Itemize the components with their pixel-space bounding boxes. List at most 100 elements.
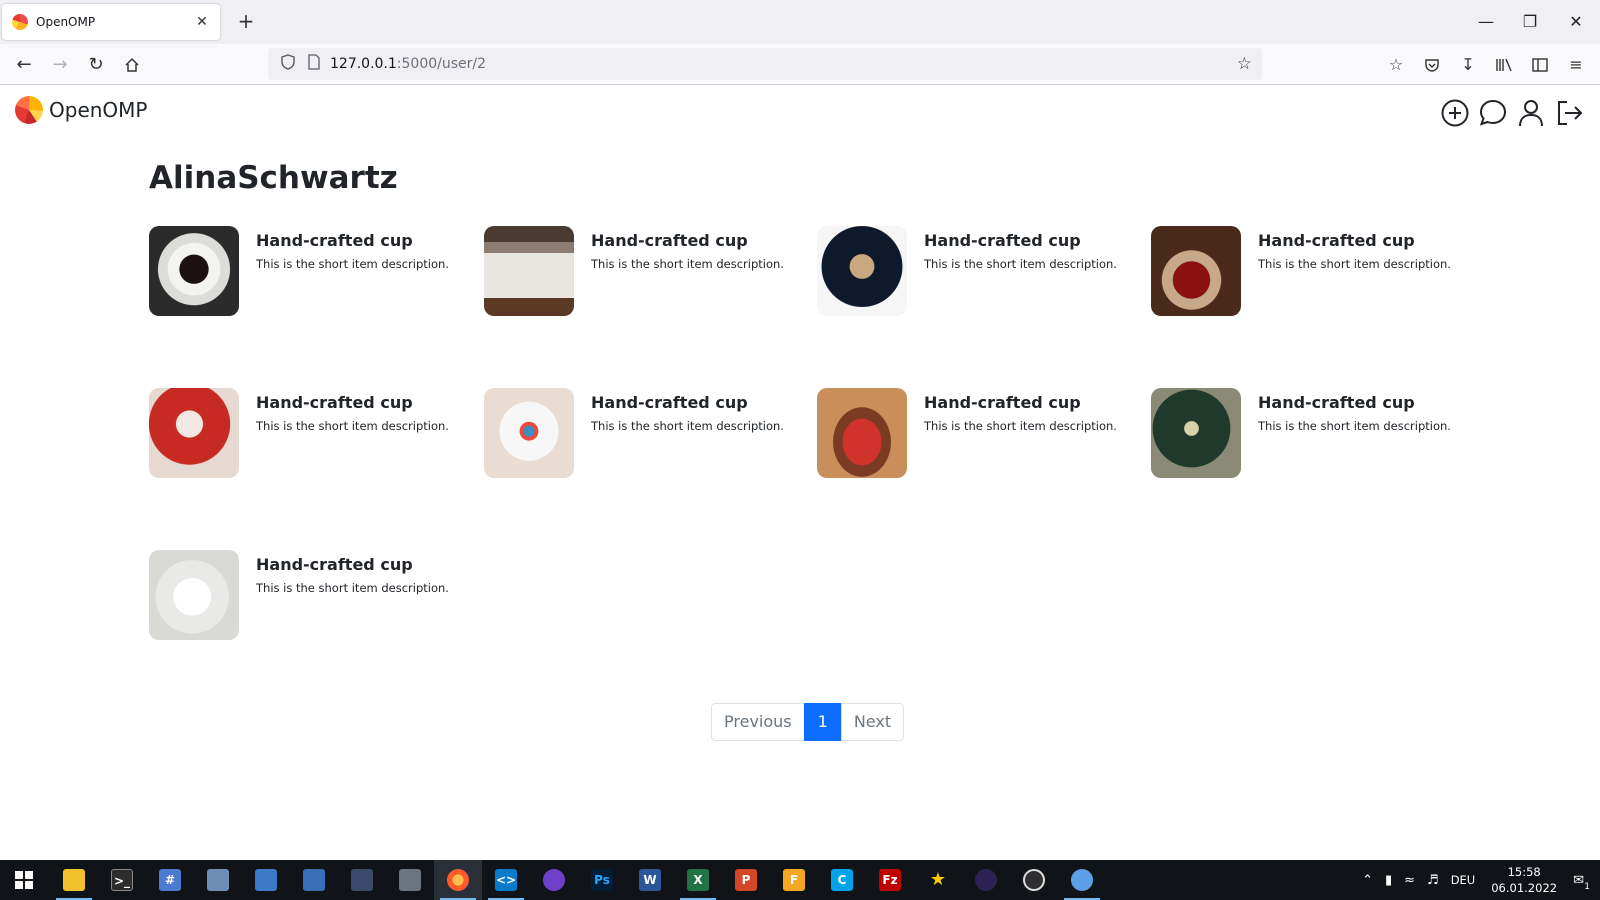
previous-page-button[interactable]: Previous — [711, 703, 805, 741]
item-card[interactable]: Hand-crafted cup This is the short item … — [484, 226, 804, 318]
notification-center-icon[interactable]: ✉ 1 — [1573, 873, 1590, 892]
item-description: This is the short item description. — [924, 257, 1117, 271]
github-icon[interactable] — [530, 860, 578, 900]
language-indicator[interactable]: DEU — [1451, 873, 1476, 887]
page-icon[interactable] — [304, 54, 324, 74]
os-taskbar: >_ # <> Ps W X P F C Fz ★ ⌃ ▮ ≈ ♬ DEU 15… — [0, 860, 1600, 900]
brand-logo-icon — [15, 96, 43, 124]
tray-chevron-icon[interactable]: ⌃ — [1362, 873, 1373, 888]
close-window-button[interactable]: ✕ — [1556, 8, 1596, 36]
vscode-icon[interactable]: <> — [482, 860, 530, 900]
volume-icon[interactable]: ♬ — [1427, 873, 1439, 888]
item-title[interactable]: Hand-crafted cup — [591, 393, 784, 412]
url-host: 127.0.0.1 — [330, 56, 397, 72]
start-button[interactable] — [0, 860, 48, 900]
item-card[interactable]: Hand-crafted cup This is the short item … — [1151, 388, 1471, 480]
star-app-icon[interactable]: ★ — [914, 860, 962, 900]
item-title[interactable]: Hand-crafted cup — [1258, 393, 1451, 412]
item-card[interactable]: Hand-crafted cup This is the short item … — [149, 226, 469, 318]
menu-icon[interactable]: ≡ — [1562, 51, 1590, 79]
paint-icon[interactable] — [1058, 860, 1106, 900]
filezilla-icon[interactable]: Fz — [866, 860, 914, 900]
item-image[interactable] — [817, 388, 907, 478]
item-title[interactable]: Hand-crafted cup — [591, 231, 784, 250]
sidebar-icon[interactable] — [1526, 51, 1554, 79]
remote-app-icon[interactable] — [290, 860, 338, 900]
notification-count: 1 — [1584, 881, 1590, 892]
add-item-icon[interactable] — [1440, 98, 1470, 128]
item-title[interactable]: Hand-crafted cup — [256, 231, 449, 250]
f-app-icon[interactable]: F — [770, 860, 818, 900]
pagination: Previous 1 Next — [711, 703, 905, 741]
user-icon[interactable] — [1516, 98, 1546, 128]
item-card[interactable]: Hand-crafted cup This is the short item … — [484, 388, 804, 480]
home-icon[interactable] — [118, 51, 146, 79]
shield-icon[interactable] — [278, 54, 298, 74]
pocket-icon[interactable] — [1418, 51, 1446, 79]
cube-app-icon[interactable] — [338, 860, 386, 900]
forward-icon[interactable]: → — [46, 51, 74, 79]
minimize-button[interactable]: — — [1466, 8, 1506, 36]
item-image[interactable] — [1151, 226, 1241, 316]
browser-nav-bar: ← → ↻ 127.0.0.1:5000/user/2 ☆ ☆ ↧ ≡ — [0, 44, 1600, 85]
item-image[interactable] — [149, 388, 239, 478]
firefox-icon[interactable] — [434, 860, 482, 900]
chat-icon[interactable] — [1478, 98, 1508, 128]
blade-app-icon[interactable] — [386, 860, 434, 900]
tab-close-icon[interactable]: ✕ — [194, 14, 210, 30]
item-title[interactable]: Hand-crafted cup — [924, 393, 1117, 412]
item-description: This is the short item description. — [256, 581, 449, 595]
clock[interactable]: 15:58 06.01.2022 — [1491, 864, 1557, 896]
photoshop-icon[interactable]: Ps — [578, 860, 626, 900]
item-image[interactable] — [149, 226, 239, 316]
item-image[interactable] — [149, 550, 239, 640]
item-description: This is the short item description. — [1258, 257, 1451, 271]
page-1-button[interactable]: 1 — [803, 703, 842, 741]
clock-date: 06.01.2022 — [1491, 881, 1558, 895]
powerpoint-icon[interactable]: P — [722, 860, 770, 900]
reload-icon[interactable]: ↻ — [82, 51, 110, 79]
calculator-icon[interactable]: # — [146, 860, 194, 900]
address-bar[interactable]: 127.0.0.1:5000/user/2 ☆ — [268, 48, 1262, 80]
item-image[interactable] — [484, 388, 574, 478]
obs-icon[interactable] — [1010, 860, 1058, 900]
item-title[interactable]: Hand-crafted cup — [256, 393, 449, 412]
c-app-icon[interactable]: C — [818, 860, 866, 900]
item-card[interactable]: Hand-crafted cup This is the short item … — [1151, 226, 1471, 318]
brand-link[interactable]: OpenOMP — [15, 96, 147, 124]
network-app-icon[interactable] — [242, 860, 290, 900]
browser-tab[interactable]: OpenOMP ✕ — [2, 4, 220, 40]
terminal-icon[interactable]: >_ — [98, 860, 146, 900]
bookmark-star-icon[interactable]: ☆ — [1237, 54, 1252, 74]
bird-app-icon[interactable] — [194, 860, 242, 900]
battery-icon[interactable]: ▮ — [1385, 873, 1392, 888]
profile-username: AlinaSchwartz — [149, 160, 398, 196]
item-card[interactable]: Hand-crafted cup This is the short item … — [817, 226, 1137, 318]
item-card[interactable]: Hand-crafted cup This is the short item … — [817, 388, 1137, 480]
item-title[interactable]: Hand-crafted cup — [1258, 231, 1451, 250]
url-path: :5000/user/2 — [396, 56, 487, 72]
item-card[interactable]: Hand-crafted cup This is the short item … — [149, 388, 469, 480]
extensions-star-icon[interactable]: ☆ — [1382, 51, 1410, 79]
item-description: This is the short item description. — [924, 419, 1117, 433]
item-image[interactable] — [817, 226, 907, 316]
item-image[interactable] — [1151, 388, 1241, 478]
wifi-icon[interactable]: ≈ — [1404, 873, 1415, 888]
download-icon[interactable]: ↧ — [1454, 51, 1482, 79]
new-tab-button[interactable]: + — [234, 10, 258, 34]
library-icon[interactable] — [1490, 51, 1518, 79]
item-description: This is the short item description. — [256, 419, 449, 433]
item-title[interactable]: Hand-crafted cup — [256, 555, 449, 574]
next-page-button[interactable]: Next — [840, 703, 905, 741]
logout-icon[interactable] — [1554, 98, 1584, 128]
restore-button[interactable]: ❐ — [1510, 8, 1550, 36]
item-image[interactable] — [484, 226, 574, 316]
item-title[interactable]: Hand-crafted cup — [924, 231, 1117, 250]
excel-icon[interactable]: X — [674, 860, 722, 900]
back-icon[interactable]: ← — [10, 51, 38, 79]
site-header: OpenOMP — [0, 86, 1600, 142]
item-card[interactable]: Hand-crafted cup This is the short item … — [149, 550, 469, 642]
eclipse-icon[interactable] — [962, 860, 1010, 900]
file-explorer-icon[interactable] — [50, 860, 98, 900]
word-icon[interactable]: W — [626, 860, 674, 900]
